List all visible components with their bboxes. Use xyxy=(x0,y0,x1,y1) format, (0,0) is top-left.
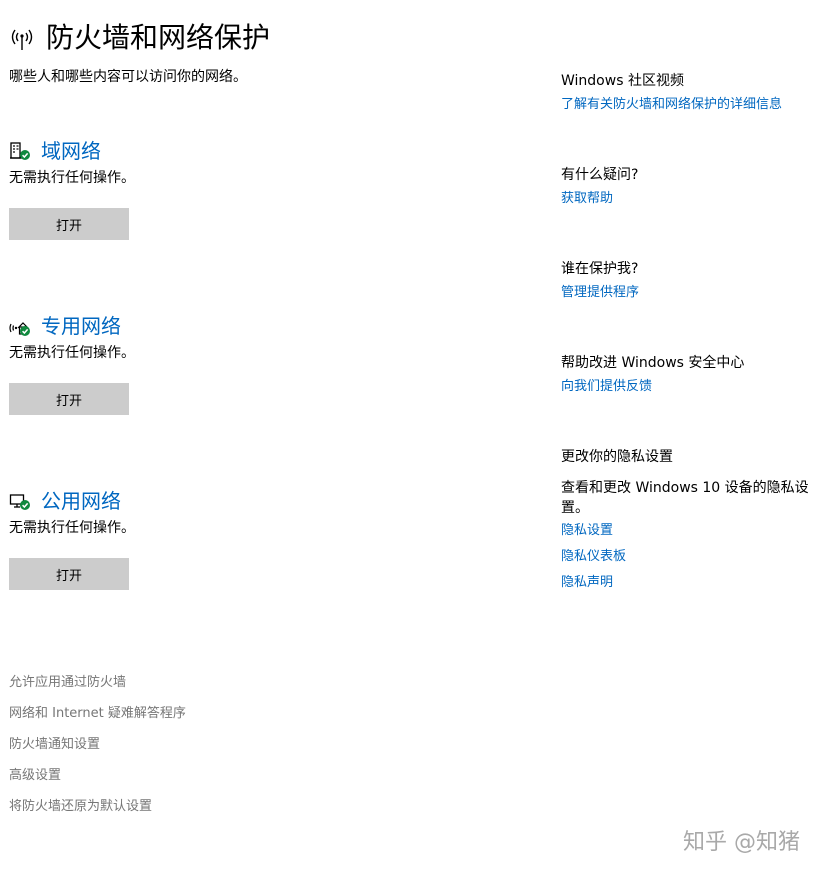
manage-providers-link[interactable]: 管理提供程序 xyxy=(561,280,811,306)
help-heading: 有什么疑问? xyxy=(561,167,639,183)
allow-app-through-firewall-link[interactable]: 允许应用通过防火墙 xyxy=(9,672,186,694)
privacy-description: 查看和更改 Windows 10 设备的隐私设置。 xyxy=(561,480,809,516)
private-network-link[interactable]: 专用网络 xyxy=(41,311,121,341)
page-subtitle: 哪些人和哪些内容可以访问你的网络。 xyxy=(9,69,247,85)
domain-network-link[interactable]: 域网络 xyxy=(41,136,101,166)
network-troubleshooter-link[interactable]: 网络和 Internet 疑难解答程序 xyxy=(9,703,186,725)
restore-firewall-defaults-link[interactable]: 将防火墙还原为默认设置 xyxy=(9,796,186,818)
domain-network-icon xyxy=(10,142,30,160)
protector-heading: 谁在保护我? xyxy=(561,261,639,277)
feedback-heading: 帮助改进 Windows 安全中心 xyxy=(561,355,745,371)
privacy-statement-link[interactable]: 隐私声明 xyxy=(561,570,811,596)
sidebar-help: 有什么疑问? 获取帮助 xyxy=(561,164,811,212)
get-help-link[interactable]: 获取帮助 xyxy=(561,186,811,212)
sidebar-privacy: 更改你的隐私设置 查看和更改 Windows 10 设备的隐私设置。 隐私设置 … xyxy=(561,446,811,596)
watermark: 知乎 @知猪 xyxy=(683,830,800,855)
sidebar-community: Windows 社区视频 了解有关防火墙和网络保护的详细信息 xyxy=(561,70,811,118)
privacy-settings-link[interactable]: 隐私设置 xyxy=(561,518,811,544)
firewall-notification-settings-link[interactable]: 防火墙通知设置 xyxy=(9,734,186,756)
domain-network-status: 无需执行任何操作。 xyxy=(9,170,135,186)
sidebar-protector: 谁在保护我? 管理提供程序 xyxy=(561,258,811,306)
wifi-antenna-icon xyxy=(11,29,33,50)
public-network-status: 无需执行任何操作。 xyxy=(9,520,135,536)
domain-network-section: 域网络 无需执行任何操作。 打开 xyxy=(9,136,449,246)
public-network-link[interactable]: 公用网络 xyxy=(41,486,121,516)
domain-network-open-button[interactable]: 打开 xyxy=(9,208,129,240)
private-network-section: 专用网络 无需执行任何操作。 打开 xyxy=(9,311,449,421)
privacy-heading: 更改你的隐私设置 xyxy=(561,449,673,465)
private-network-status: 无需执行任何操作。 xyxy=(9,345,135,361)
learn-more-link[interactable]: 了解有关防火墙和网络保护的详细信息 xyxy=(561,92,811,118)
community-heading: Windows 社区视频 xyxy=(561,73,684,89)
public-network-open-button[interactable]: 打开 xyxy=(9,558,129,590)
public-network-icon xyxy=(9,494,30,510)
privacy-dashboard-link[interactable]: 隐私仪表板 xyxy=(561,544,811,570)
footer-links: 允许应用通过防火墙 网络和 Internet 疑难解答程序 防火墙通知设置 高级… xyxy=(9,672,186,827)
advanced-settings-link[interactable]: 高级设置 xyxy=(9,765,186,787)
page-title: 防火墙和网络保护 xyxy=(46,21,271,54)
public-network-section: 公用网络 无需执行任何操作。 打开 xyxy=(9,486,449,596)
give-feedback-link[interactable]: 向我们提供反馈 xyxy=(561,374,811,400)
private-network-open-button[interactable]: 打开 xyxy=(9,383,129,415)
sidebar-feedback: 帮助改进 Windows 安全中心 向我们提供反馈 xyxy=(561,352,811,400)
private-network-icon xyxy=(9,322,30,336)
